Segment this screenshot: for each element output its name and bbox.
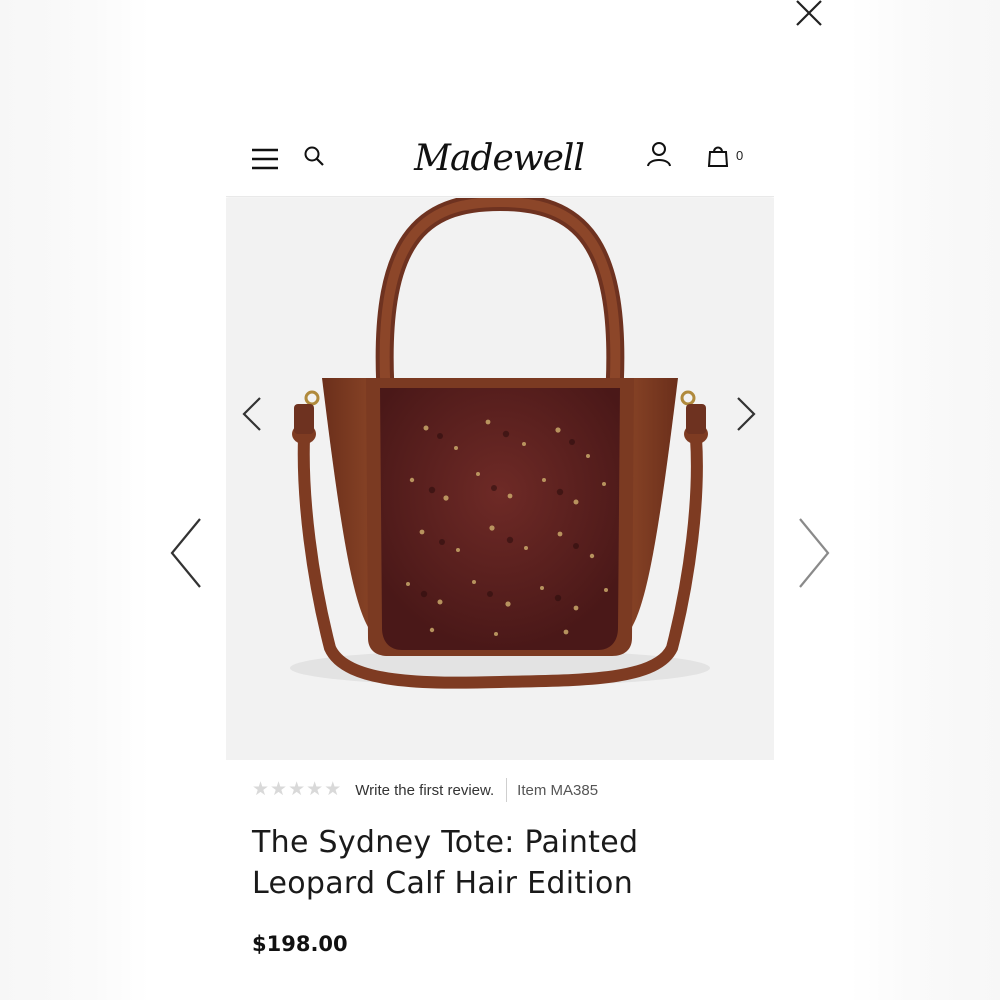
lightbox-prev-button[interactable] bbox=[166, 515, 206, 591]
chevron-right-icon bbox=[737, 397, 756, 431]
cart-button[interactable] bbox=[707, 144, 729, 168]
image-next-button[interactable] bbox=[734, 394, 758, 434]
divider bbox=[506, 778, 508, 802]
write-review-link[interactable]: Write the first review. bbox=[355, 782, 494, 799]
cart-count: 0 bbox=[736, 148, 744, 163]
menu-button[interactable] bbox=[250, 144, 280, 174]
account-icon bbox=[647, 142, 671, 167]
product-price: $198.00 bbox=[252, 932, 348, 956]
shopping-bag-icon bbox=[707, 146, 729, 167]
product-title: The Sydney Tote: Painted Leopard Calf Ha… bbox=[252, 822, 752, 904]
item-number: Item MA385 bbox=[517, 781, 599, 799]
close-icon bbox=[796, 0, 822, 26]
account-button[interactable] bbox=[646, 140, 672, 168]
brand-logo[interactable]: Madewell bbox=[404, 134, 594, 184]
review-summary-row: ★ ★ ★ ★ ★ Write the first review. Item M… bbox=[252, 778, 752, 802]
product-image bbox=[226, 192, 774, 760]
hamburger-menu-icon bbox=[252, 148, 278, 170]
close-button[interactable] bbox=[792, 0, 826, 30]
product-page-screenshot: Madewell 0 ★ ★ ★ ★ ★ Write the first rev… bbox=[226, 128, 774, 968]
lightbox-backdrop-left bbox=[0, 0, 150, 1000]
tote-bag-illustration bbox=[290, 192, 710, 689]
search-icon bbox=[304, 146, 324, 166]
star-icon: ★ bbox=[288, 779, 306, 800]
chevron-left-icon bbox=[170, 518, 201, 588]
product-title-line: Leopard Calf Hair Edition bbox=[252, 866, 634, 901]
product-title-line: The Sydney Tote: Painted bbox=[252, 825, 639, 860]
top-navigation-bar: Madewell 0 bbox=[226, 128, 774, 197]
lightbox-next-button[interactable] bbox=[794, 515, 834, 591]
star-rating: ★ ★ ★ ★ ★ bbox=[252, 780, 341, 800]
star-icon: ★ bbox=[306, 779, 324, 800]
star-icon: ★ bbox=[270, 779, 288, 800]
image-prev-button[interactable] bbox=[240, 394, 264, 434]
star-icon: ★ bbox=[252, 779, 270, 800]
star-icon: ★ bbox=[324, 779, 342, 800]
search-button[interactable] bbox=[302, 144, 326, 168]
lightbox-backdrop-right bbox=[850, 0, 1000, 1000]
chevron-left-icon bbox=[242, 397, 261, 431]
chevron-right-icon bbox=[799, 518, 830, 588]
